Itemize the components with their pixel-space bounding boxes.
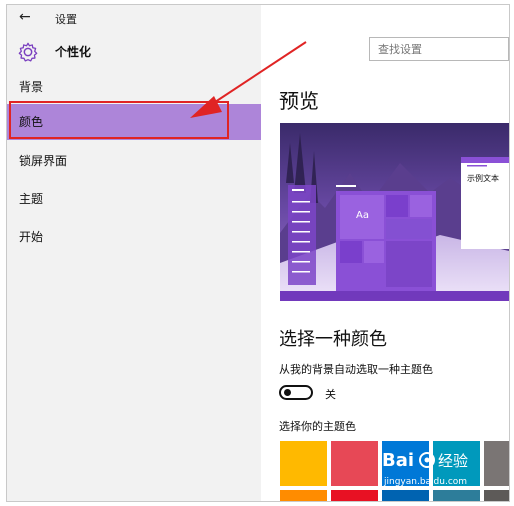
- sidebar-item-start[interactable]: 开始: [7, 219, 261, 255]
- choose-color-heading: 选择一种颜色: [279, 329, 387, 350]
- sidebar-item-label: 颜色: [19, 115, 44, 129]
- start-menu-list: [288, 185, 316, 285]
- tile-label: Aa: [356, 210, 369, 221]
- main-content: 预览: [261, 5, 509, 501]
- sample-window: [461, 157, 509, 249]
- sample-text: 示例文本: [467, 173, 499, 183]
- color-swatch[interactable]: [280, 490, 327, 501]
- auto-accent-toggle[interactable]: [279, 385, 313, 400]
- preview-heading: 预览: [279, 89, 319, 113]
- color-swatch[interactable]: [382, 490, 429, 501]
- toggle-knob: [284, 389, 291, 396]
- choose-accent-label: 选择你的主题色: [279, 420, 356, 433]
- sidebar-item-background[interactable]: 背景: [7, 69, 261, 105]
- color-swatch[interactable]: [484, 441, 509, 486]
- search-input[interactable]: [369, 37, 509, 61]
- color-swatch[interactable]: [433, 441, 480, 486]
- color-swatch[interactable]: [433, 490, 480, 501]
- sidebar-item-label: 锁屏界面: [19, 154, 68, 168]
- color-swatch[interactable]: [484, 490, 509, 501]
- toggle-state-label: 关: [325, 388, 336, 401]
- auto-accent-label: 从我的背景自动选取一种主题色: [279, 363, 433, 376]
- taskbar: [280, 291, 509, 301]
- color-swatch[interactable]: [331, 490, 378, 501]
- sidebar-item-label: 背景: [19, 80, 44, 94]
- color-swatch[interactable]: [331, 441, 378, 486]
- theme-preview: Aa 示例文本: [280, 123, 509, 301]
- category-header: 个性化: [7, 35, 261, 71]
- color-swatch[interactable]: [382, 441, 429, 486]
- gear-icon: [18, 42, 38, 62]
- title-bar: ← 设置: [7, 5, 261, 31]
- sidebar-item-lock-screen[interactable]: 锁屏界面: [7, 143, 261, 179]
- sidebar-item-themes[interactable]: 主题: [7, 181, 261, 217]
- category-title: 个性化: [55, 45, 92, 59]
- color-swatch[interactable]: [280, 441, 327, 486]
- sidebar-item-colors[interactable]: 颜色: [7, 104, 261, 140]
- sidebar-item-label: 主题: [19, 192, 44, 206]
- accent-swatch-grid: [280, 441, 509, 501]
- back-arrow-icon[interactable]: ←: [19, 9, 31, 25]
- preview-image: Aa 示例文本: [280, 123, 509, 301]
- sidebar-item-label: 开始: [19, 230, 44, 244]
- settings-window: ← 设置 个性化 背景 颜色 锁屏界面 主题 开始 预览: [6, 4, 510, 502]
- sidebar: ← 设置 个性化 背景 颜色 锁屏界面 主题 开始: [7, 5, 261, 501]
- window-title: 设置: [55, 13, 77, 26]
